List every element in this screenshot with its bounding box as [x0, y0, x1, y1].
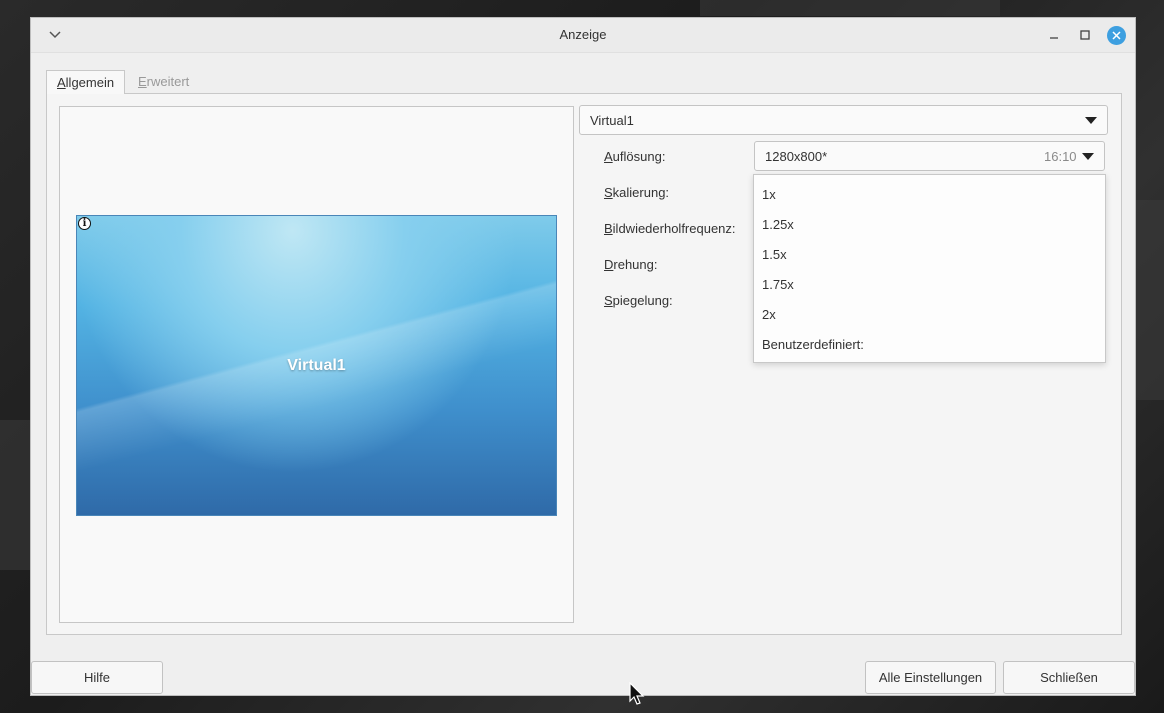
close-window-button[interactable] [1107, 26, 1126, 45]
refresh-label-text: ildwiederholfrequenz: [612, 221, 736, 236]
tab-advanced-label: rweitert [146, 74, 190, 89]
scaling-option-custom[interactable]: Benutzerdefiniert: [762, 337, 864, 352]
mouse-cursor-icon [629, 682, 645, 705]
all-settings-button[interactable]: Alle Einstellungen [865, 661, 996, 694]
reflection-label-text: piegelung: [612, 293, 673, 308]
reflection-label: Spiegelung: [604, 293, 673, 308]
reflection-mnemonic: S [604, 293, 613, 308]
tab-advanced-mnemonic: E [138, 74, 147, 89]
scaling-option[interactable]: 1x [762, 187, 776, 202]
dropdown-arrow-icon [1085, 117, 1097, 124]
help-button[interactable]: Hilfe [31, 661, 163, 694]
output-select-value: Virtual1 [590, 113, 634, 128]
window-title: Anzeige [559, 27, 607, 42]
refresh-rate-label: Bildwiederholfrequenz: [604, 221, 736, 236]
tab-general-mnemonic: A [57, 75, 66, 90]
scaling-option[interactable]: 2x [762, 307, 776, 322]
resolution-label-text: uflösung: [612, 149, 666, 164]
minimize-icon [1050, 37, 1058, 39]
info-icon[interactable]: i [78, 217, 91, 230]
dropdown-arrow-icon [1082, 153, 1094, 160]
wallpaper-shape [1136, 200, 1164, 400]
scaling-label-text: kalierung: [612, 185, 670, 200]
wallpaper-shape [700, 0, 1000, 16]
scaling-dropdown-list: 1x 1.25x 1.5x 1.75x 2x Benutzerdefiniert… [753, 174, 1106, 363]
monitor-label: Virtual1 [287, 357, 346, 374]
resolution-mnemonic: A [604, 149, 613, 164]
rotation-label: Drehung: [604, 257, 657, 272]
resolution-aspect: 16:10 [1044, 149, 1077, 164]
close-icon [1112, 31, 1121, 40]
scaling-option[interactable]: 1.5x [762, 247, 787, 262]
scaling-label: Skalierung: [604, 185, 669, 200]
refresh-mnemonic: B [604, 221, 613, 236]
scaling-mnemonic: S [604, 185, 613, 200]
rotation-label-text: rehung: [613, 257, 658, 272]
minimize-button[interactable] [1044, 25, 1064, 45]
resolution-label: Auflösung: [604, 149, 665, 164]
close-button[interactable]: Schließen [1003, 661, 1135, 694]
wallpaper-shape [0, 420, 30, 570]
resolution-value: 1280x800* [765, 149, 828, 164]
scaling-option[interactable]: 1.75x [762, 277, 794, 292]
output-select[interactable]: Virtual1 [579, 105, 1108, 135]
monitor-arrangement-area: i Virtual1 [59, 106, 574, 623]
tab-advanced[interactable]: Erweitert [128, 70, 199, 94]
scaling-option[interactable]: 1.25x [762, 217, 794, 232]
tab-general[interactable]: Allgemein [46, 70, 126, 94]
resolution-select[interactable]: 1280x800* 16:10 [754, 141, 1105, 171]
title-bar: Anzeige [31, 18, 1135, 53]
maximize-button[interactable] [1075, 25, 1095, 45]
monitor-preview-virtual1[interactable]: i Virtual1 [76, 215, 557, 516]
maximize-icon [1080, 30, 1090, 40]
tab-general-label: llgemein [65, 75, 115, 90]
rotation-mnemonic: D [604, 257, 614, 272]
